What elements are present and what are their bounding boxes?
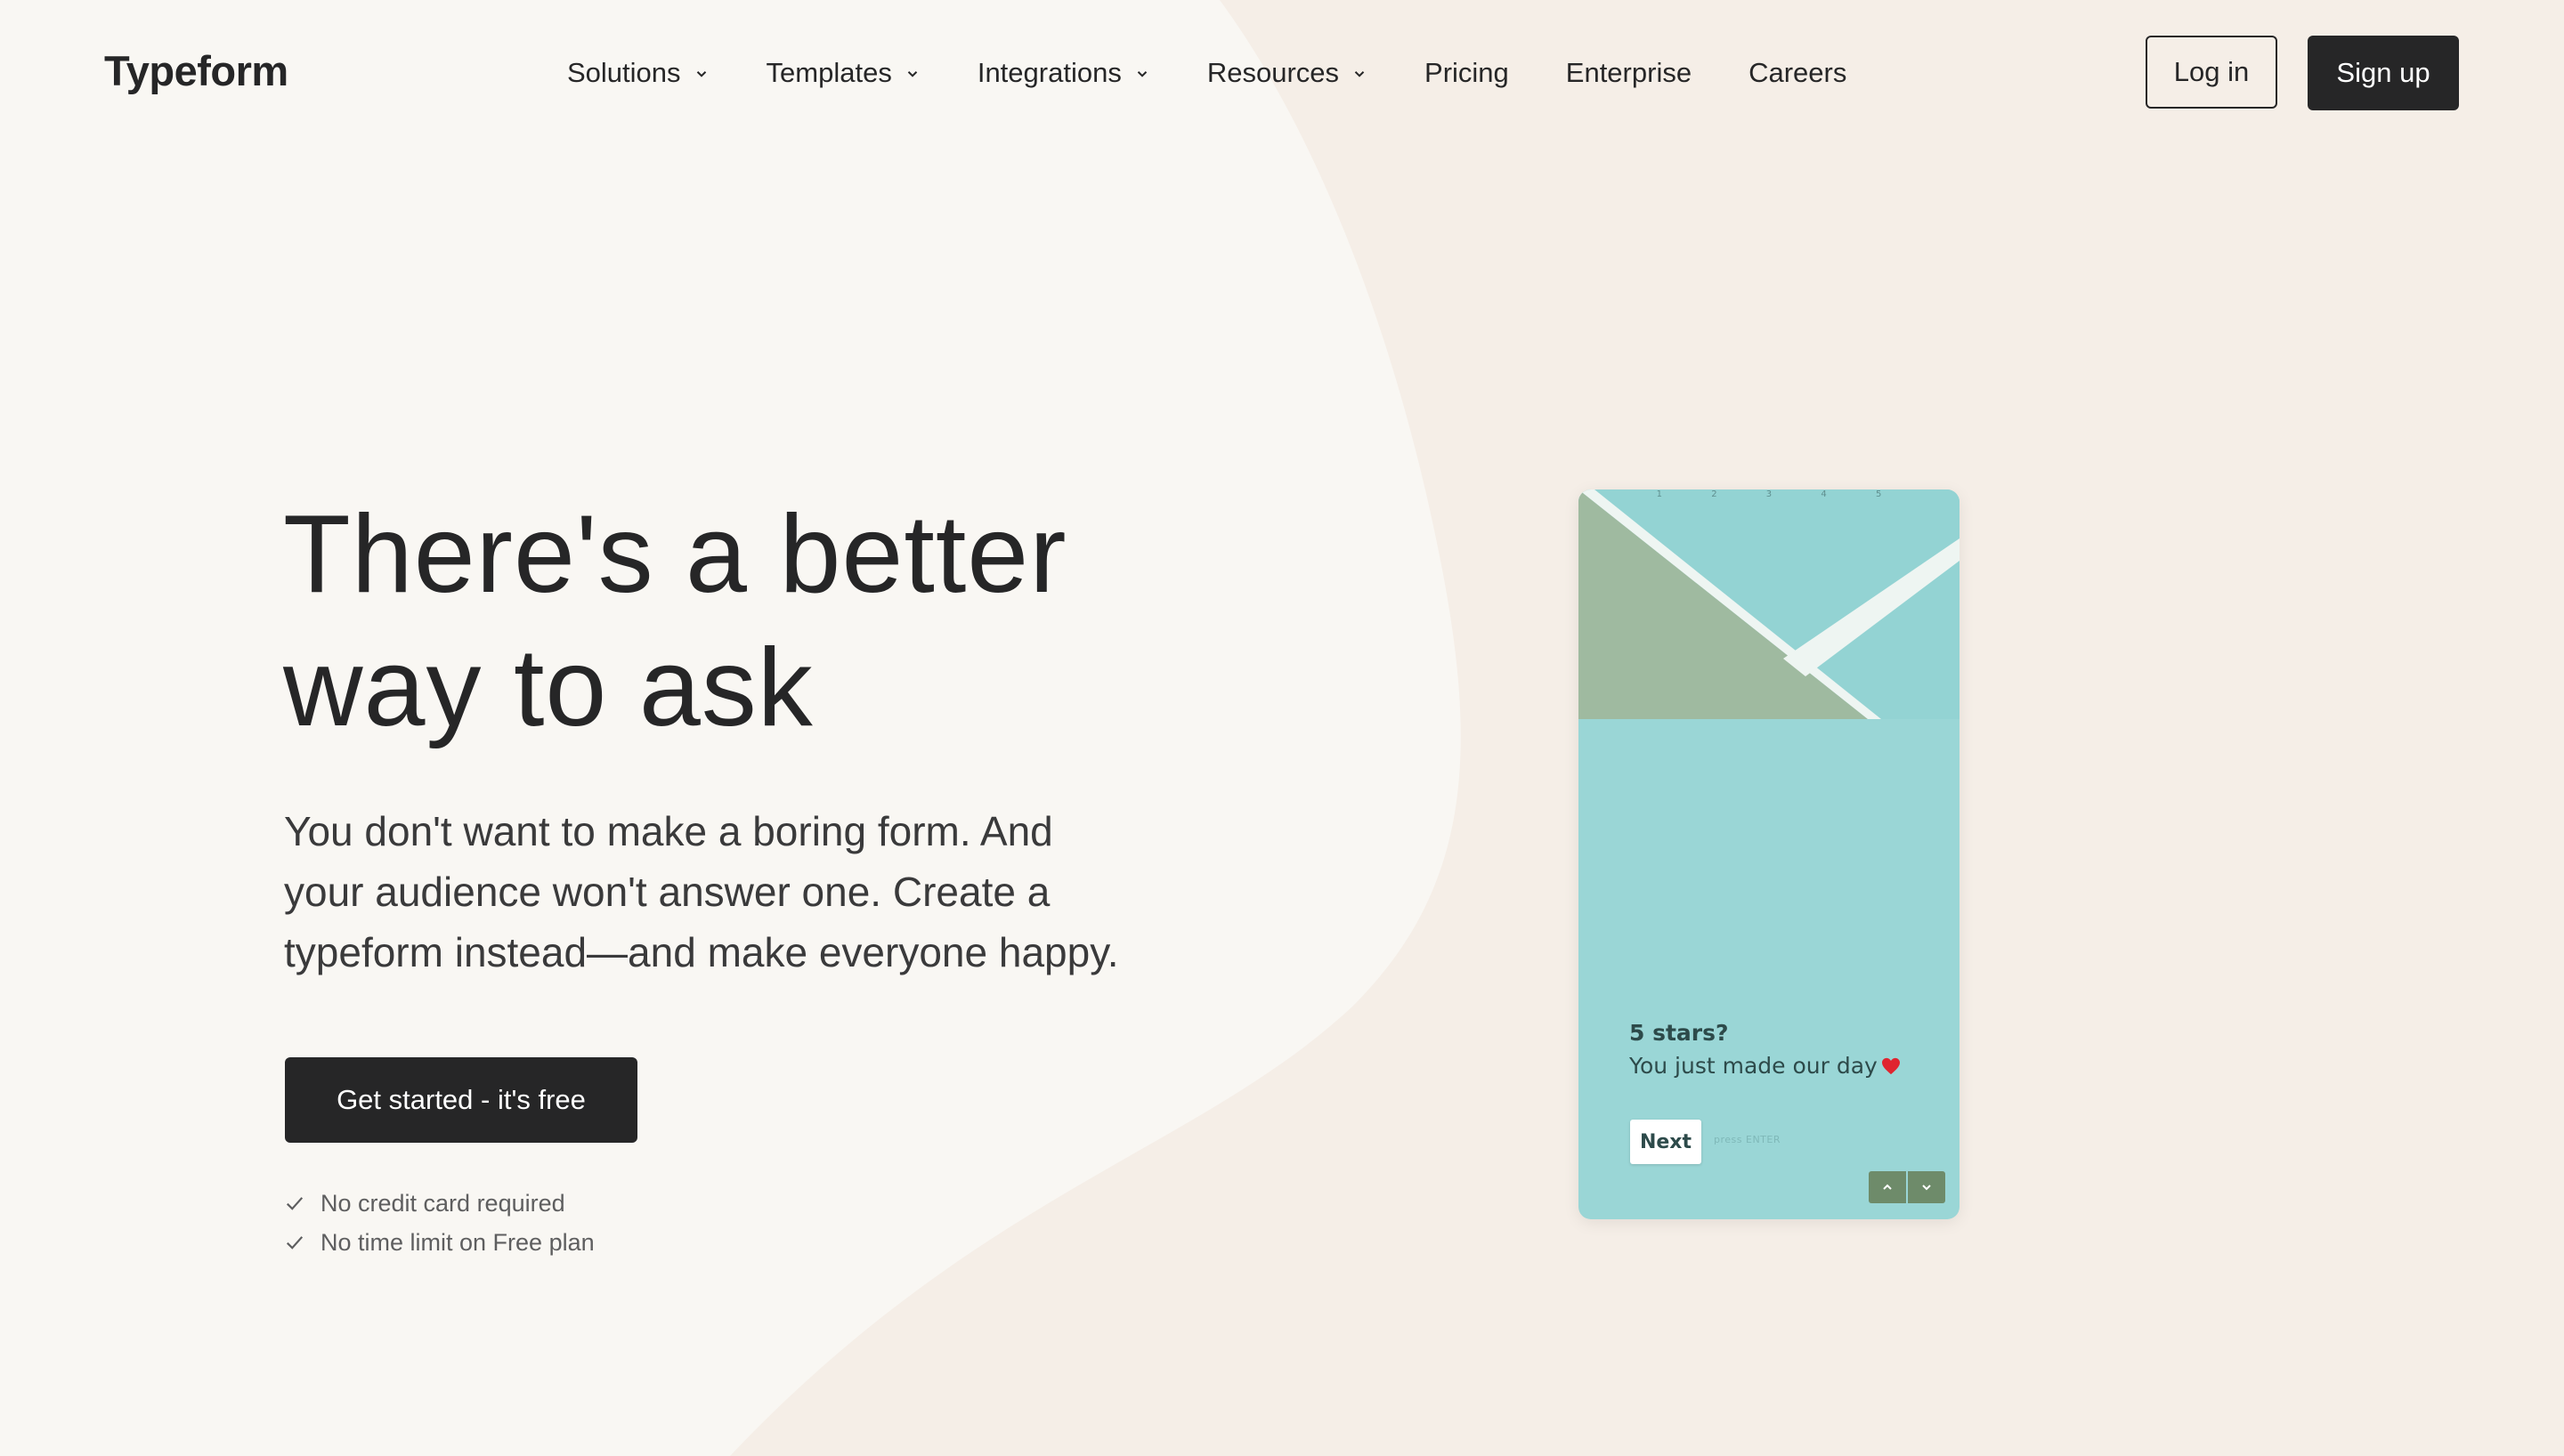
hero-subtitle-line-1: You don't want to make a boring form. An… — [284, 808, 1053, 854]
chevron-down-icon — [1137, 71, 1148, 77]
phone-progress-scale: 1 2 3 4 5 — [1578, 489, 1960, 502]
chevron-down-icon — [907, 71, 918, 77]
demo-navigation-arrows — [1869, 1171, 1945, 1203]
check-icon — [286, 1197, 304, 1210]
hero-title: There's a better way to ask — [283, 488, 1262, 755]
brand-logo[interactable]: Typeform — [104, 43, 288, 100]
demo-cover-image — [1578, 489, 1960, 719]
progress-label: 3 — [1765, 489, 1773, 499]
nav-item-label: Careers — [1749, 57, 1847, 88]
nav-item-label: Enterprise — [1565, 57, 1692, 88]
hero-subtitle: You don't want to make a boring form. An… — [284, 801, 1156, 983]
nav-item-label: Resources — [1206, 57, 1340, 88]
nav-item-enterprise[interactable]: Enterprise — [1566, 57, 1692, 89]
progress-label: 2 — [1711, 489, 1717, 499]
checklist-item: No credit card required — [285, 1184, 595, 1223]
chevron-down-icon — [1354, 71, 1365, 77]
chevron-down-icon — [696, 71, 706, 77]
get-started-button[interactable]: Get started - it's free — [285, 1057, 637, 1143]
progress-label: 5 — [1875, 489, 1882, 499]
nav-item-templates[interactable]: Templates — [767, 57, 921, 89]
chevron-up-icon — [1883, 1184, 1892, 1190]
progress-label: 1 — [1656, 489, 1662, 499]
nav-item-careers[interactable]: Careers — [1749, 57, 1846, 89]
login-button[interactable]: Log in — [2146, 36, 2277, 109]
heart-icon — [1881, 1057, 1900, 1075]
nav-item-label: Integrations — [977, 57, 1122, 88]
checklist-item-label: No time limit on Free plan — [320, 1228, 595, 1256]
demo-next-arrow-button[interactable] — [1908, 1171, 1945, 1203]
nav-item-label: Pricing — [1424, 57, 1509, 88]
hero-title-line-1: There's a better — [283, 493, 1067, 616]
checklist-item: No time limit on Free plan — [285, 1223, 595, 1262]
nav-item-label: Templates — [766, 57, 892, 88]
phone-demo: 1 2 3 4 5 5 stars? You just made our day… — [1578, 489, 1960, 1219]
nav-item-pricing[interactable]: Pricing — [1424, 57, 1509, 89]
chevron-down-icon — [1922, 1185, 1931, 1191]
nav-item-label: Solutions — [567, 57, 681, 88]
feature-checklist: No credit card required No time limit on… — [285, 1184, 595, 1262]
demo-next-button[interactable]: Next — [1630, 1120, 1701, 1164]
nav-item-solutions[interactable]: Solutions — [567, 57, 710, 89]
progress-label: 4 — [1821, 489, 1827, 499]
demo-question: 5 stars? You just made our day — [1629, 1016, 1950, 1082]
demo-enter-hint: press ENTER — [1714, 1134, 1781, 1145]
checklist-item-label: No credit card required — [320, 1189, 565, 1217]
check-icon — [286, 1236, 304, 1250]
hero-subtitle-line-2: your audience won't answer one. Create a — [284, 869, 1051, 915]
demo-question-title: 5 stars? — [1629, 1020, 1729, 1046]
main-menu: Solutions Templates Integrations Resourc… — [567, 46, 1846, 100]
hero-title-line-2: way to ask — [283, 627, 814, 749]
top-navigation: Typeform Solutions Templates Integration… — [0, 0, 2564, 146]
demo-previous-button[interactable] — [1869, 1171, 1906, 1203]
demo-question-body: You just made our day — [1629, 1053, 1878, 1079]
hero-subtitle-line-3: typeform instead—and make everyone happy… — [284, 929, 1119, 975]
nav-item-integrations[interactable]: Integrations — [978, 57, 1150, 89]
nav-item-resources[interactable]: Resources — [1207, 57, 1367, 89]
signup-button[interactable]: Sign up — [2308, 36, 2459, 110]
